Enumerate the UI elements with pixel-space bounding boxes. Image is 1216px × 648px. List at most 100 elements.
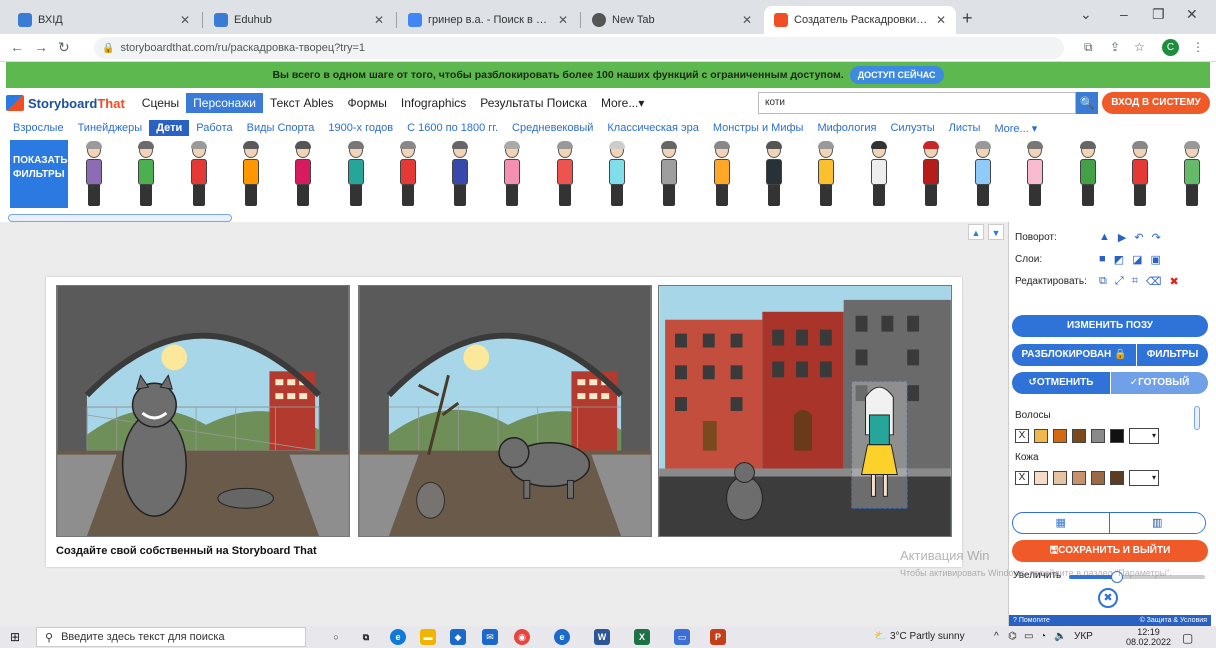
character-thumbnail[interactable] xyxy=(1078,141,1098,208)
skin-color-none[interactable]: X xyxy=(1015,471,1029,485)
category-1900s[interactable]: 1900-х годов xyxy=(321,120,400,136)
category-classical[interactable]: Классическая эра xyxy=(600,120,705,136)
edge-legacy-icon[interactable]: e xyxy=(554,629,570,645)
back-icon[interactable]: ← xyxy=(10,39,24,55)
hair-color-swatch[interactable] xyxy=(1072,429,1086,443)
category-more[interactable]: More... ▾ xyxy=(987,120,1044,137)
tab-search-chevron-icon[interactable]: ⌄ xyxy=(1080,6,1092,23)
hair-color-swatch[interactable] xyxy=(1053,429,1067,443)
undo-button[interactable]: ↺ОТМЕНИТЬ xyxy=(1012,372,1110,394)
filters-button[interactable]: ФИЛЬТРЫ xyxy=(1137,344,1208,366)
copy-icon[interactable]: ⧉ xyxy=(1099,275,1107,288)
character-thumbnail[interactable] xyxy=(450,141,470,208)
taskbar-search-input[interactable]: ⚲ Введите здесь текст для поиска xyxy=(36,627,306,647)
character-thumbnail[interactable] xyxy=(921,141,941,208)
windows-start-icon[interactable]: ⊞ xyxy=(10,630,20,644)
rotate-right-icon[interactable]: ↷ xyxy=(1152,231,1161,244)
forward-icon[interactable]: → xyxy=(34,39,48,55)
category-1600-1800[interactable]: С 1600 по 1800 гг. xyxy=(400,120,505,136)
panel-vertical-scrollbar[interactable] xyxy=(1194,406,1200,430)
category-work[interactable]: Работа xyxy=(189,120,239,136)
minimize-icon[interactable]: – xyxy=(1120,6,1128,22)
grid-view-icon[interactable]: ▦ xyxy=(1013,513,1109,533)
nav-characters[interactable]: Персонажи xyxy=(186,93,263,113)
category-monsters[interactable]: Монстры и Мифы xyxy=(706,120,811,136)
close-panel-icon[interactable]: ✖ xyxy=(1098,588,1118,608)
storyboard-cell-3[interactable] xyxy=(658,285,952,537)
edge-icon[interactable]: e xyxy=(390,629,406,645)
storyboard-cell-1[interactable] xyxy=(56,285,350,537)
flip-horizontal-icon[interactable]: ▲ xyxy=(1099,231,1110,244)
clock[interactable]: 12:19 08.02.2022 xyxy=(1126,627,1171,647)
change-pose-button[interactable]: ИЗМЕНИТЬ ПОЗУ xyxy=(1012,315,1208,337)
share-icon[interactable]: ⇪ xyxy=(1110,40,1120,54)
hair-color-none[interactable]: X xyxy=(1015,429,1029,443)
skin-color-swatch[interactable] xyxy=(1053,471,1067,485)
browser-tab-2[interactable]: гринер в.а. - Поиск в Google ✕ xyxy=(398,6,578,34)
character-thumbnail[interactable] xyxy=(659,141,679,208)
category-sheets[interactable]: Листы xyxy=(942,120,988,136)
bring-forward-icon[interactable]: ◩ xyxy=(1114,253,1124,266)
help-link[interactable]: ? Помогите xyxy=(1013,615,1050,626)
skin-color-swatch[interactable] xyxy=(1034,471,1048,485)
window-close-icon[interactable]: ✕ xyxy=(1186,6,1198,23)
character-thumbnail[interactable] xyxy=(136,141,156,208)
delete-icon[interactable]: ✖ xyxy=(1169,275,1178,288)
category-medieval[interactable]: Средневековый xyxy=(505,120,600,136)
character-thumbnail[interactable] xyxy=(398,141,418,208)
scroll-down-icon[interactable]: ▼ xyxy=(988,224,1004,240)
excel-icon[interactable]: X xyxy=(634,629,650,645)
nav-infographics[interactable]: Infographics xyxy=(394,93,473,113)
character-thumbnail[interactable] xyxy=(555,141,575,208)
send-to-back-icon[interactable]: ▣ xyxy=(1150,253,1160,266)
network-icon[interactable]: ⌬ xyxy=(1008,631,1017,642)
bring-to-front-icon[interactable]: ■ xyxy=(1099,253,1106,266)
character-thumbnail[interactable] xyxy=(712,141,732,208)
character-thumbnail[interactable] xyxy=(84,141,104,208)
tab-close-icon[interactable]: ✕ xyxy=(936,13,946,27)
access-now-button[interactable]: ДОСТУП СЕЙЧАС xyxy=(849,66,944,84)
new-tab-button[interactable]: + xyxy=(962,8,973,29)
character-search-input[interactable]: коти xyxy=(758,92,1076,114)
category-teens[interactable]: Тинейджеры xyxy=(71,120,150,136)
reload-icon[interactable]: ↻ xyxy=(58,39,70,56)
flip-vertical-icon[interactable]: ▶ xyxy=(1118,231,1126,244)
library-horizontal-scrollbar[interactable] xyxy=(8,214,232,222)
weather-icon[interactable]: ⛅ xyxy=(874,631,886,642)
unlocked-button[interactable]: РАЗБЛОКИРОВАН 🔒 xyxy=(1012,344,1136,366)
character-thumbnail[interactable] xyxy=(502,141,522,208)
character-thumbnail[interactable] xyxy=(346,141,366,208)
mail-icon[interactable]: ✉ xyxy=(482,629,498,645)
rotate-left-icon[interactable]: ↶ xyxy=(1134,231,1143,244)
category-kids[interactable]: Дети xyxy=(149,120,190,136)
character-thumbnail[interactable] xyxy=(973,141,993,208)
hair-color-dropdown[interactable]: ▾ xyxy=(1129,428,1159,444)
list-view-icon[interactable]: ▥ xyxy=(1108,513,1205,533)
character-thumbnail[interactable] xyxy=(816,141,836,208)
cortana-icon[interactable]: ○ xyxy=(328,629,344,645)
show-filters-button[interactable]: ПОКАЗАТЬ ФИЛЬТРЫ xyxy=(10,140,68,208)
storyboardthat-logo[interactable]: Storyboard That xyxy=(6,95,125,111)
character-thumbnail[interactable] xyxy=(189,141,209,208)
category-adults[interactable]: Взрослые xyxy=(6,120,71,136)
terms-link[interactable]: © Защита & Условия xyxy=(1140,615,1207,626)
storyboard-caption[interactable]: Создайте свой собственный на Storyboard … xyxy=(56,545,317,557)
browser-tab-0[interactable]: ВХІД ✕ xyxy=(8,6,200,34)
browser-menu-icon[interactable]: ⋮ xyxy=(1192,40,1204,54)
url-field[interactable]: 🔒 storyboardthat.com/ru/раскадровка-твор… xyxy=(94,37,1064,59)
hair-color-swatch[interactable] xyxy=(1034,429,1048,443)
character-thumbnail[interactable] xyxy=(241,141,261,208)
skin-color-swatch[interactable] xyxy=(1110,471,1124,485)
eraser-icon[interactable]: ⌫ xyxy=(1146,275,1162,288)
scroll-up-icon[interactable]: ▲ xyxy=(968,224,984,240)
character-thumbnail[interactable] xyxy=(293,141,313,208)
weather-text[interactable]: 3°C Partly sunny xyxy=(890,631,965,642)
send-backward-icon[interactable]: ◪ xyxy=(1132,253,1142,266)
tab-close-icon[interactable]: ✕ xyxy=(180,13,190,27)
nav-search-results[interactable]: Результаты Поиска xyxy=(473,93,594,113)
nav-scenes[interactable]: Сцены xyxy=(135,93,186,113)
character-thumbnail[interactable] xyxy=(1130,141,1150,208)
tab-close-icon[interactable]: ✕ xyxy=(558,13,568,27)
volume-icon[interactable]: 🔈 xyxy=(1054,631,1066,642)
skin-color-swatch[interactable] xyxy=(1072,471,1086,485)
